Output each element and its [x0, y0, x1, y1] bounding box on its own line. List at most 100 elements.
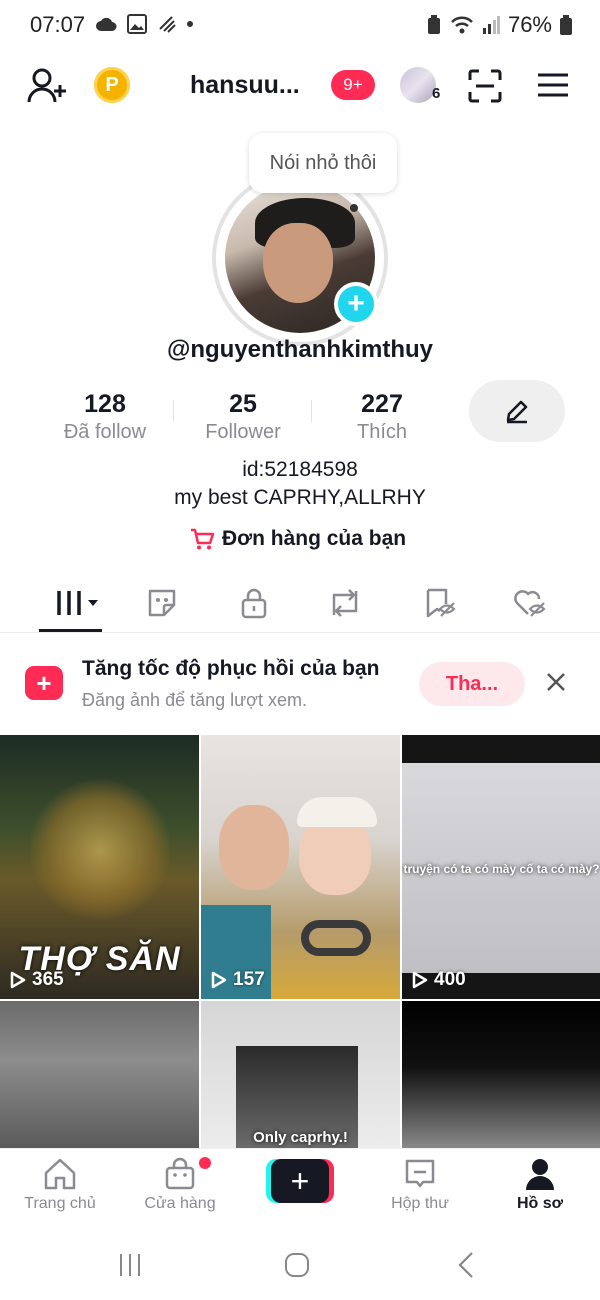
home-system-icon — [285, 1253, 309, 1277]
stat-divider — [173, 400, 174, 422]
status-time: 07:07 — [30, 12, 86, 37]
stat-likes-label: Thích — [356, 421, 408, 443]
video-caption: truyện có ta có mày cố ta có mày? — [403, 862, 600, 876]
view-count: 157 — [233, 969, 265, 990]
create-button[interactable]: + — [266, 1159, 334, 1203]
nav-profile-label: Hồ sơ — [516, 1195, 564, 1212]
profile-username[interactable]: hansuu... — [190, 71, 300, 100]
promo-subtitle: Đăng ảnh để tăng lượt xem. — [82, 690, 307, 710]
status-right: 76% — [426, 12, 572, 38]
play-icon — [211, 971, 227, 989]
scan-button[interactable] — [466, 67, 504, 105]
hamburger-menu-icon — [538, 73, 568, 97]
pencil-icon — [506, 400, 528, 424]
active-tab-indicator — [39, 629, 102, 632]
video-views: 400 — [412, 969, 466, 991]
lock-icon — [241, 588, 267, 619]
nav-home[interactable]: Trang chủ — [0, 1157, 120, 1213]
add-user-icon — [27, 68, 66, 103]
tab-private[interactable] — [232, 583, 276, 623]
note-bubble[interactable]: Nói nhỏ thôi — [249, 133, 397, 193]
back-chevron-icon — [458, 1252, 473, 1278]
video-thumbnail[interactable]: 157 — [201, 735, 400, 999]
video-thumbnail[interactable]: truyện có ta có mày cố ta có mày? 400 — [402, 735, 600, 999]
thumbnail-art — [30, 775, 170, 925]
bottom-navigation: Trang chủ Cửa hàng + Hộp thư Hồ sơ — [0, 1148, 600, 1228]
video-thumbnail[interactable]: THỢ SĂN 365 — [0, 735, 199, 999]
profile-icon — [526, 1159, 554, 1190]
stat-followers-label: Follower — [205, 421, 281, 443]
video-caption: Only caprhy.! — [253, 1129, 348, 1146]
back-button[interactable] — [446, 1248, 486, 1282]
view-count: 400 — [434, 969, 466, 990]
edit-profile-button[interactable] — [469, 380, 565, 442]
cloud-icon — [96, 17, 117, 31]
battery-icon — [560, 15, 572, 35]
note-bubble-dot — [350, 204, 358, 212]
bookmark-hidden-icon — [426, 588, 456, 618]
promo-title: Tăng tốc độ phục hồi của bạn — [82, 657, 380, 680]
gallery-icon — [127, 14, 147, 34]
orders-label: Đơn hàng của bạn — [222, 527, 407, 550]
video-thumbnail[interactable]: Only caprhy.! — [201, 1001, 400, 1149]
tab-stickers[interactable] — [140, 583, 184, 623]
nav-home-label: Trang chủ — [24, 1195, 96, 1212]
stat-divider — [311, 400, 312, 422]
status-dot-icon — [187, 21, 193, 27]
stat-followers[interactable]: 25 Follower — [178, 390, 308, 444]
friend-count: 6 — [432, 85, 441, 102]
close-icon — [547, 673, 565, 691]
stat-following-label: Đã follow — [63, 421, 147, 443]
stat-following-value: 128 — [84, 390, 126, 418]
nav-shop-label: Cửa hàng — [144, 1195, 216, 1212]
profile-bio: my best CAPRHY,ALLRHY — [174, 486, 426, 509]
recent-apps-icon — [120, 1254, 140, 1276]
signal-icon — [482, 16, 500, 34]
stat-following[interactable]: 128 Đã follow — [40, 390, 170, 444]
nav-inbox-label: Hộp thư — [391, 1195, 449, 1212]
play-icon — [412, 971, 428, 989]
friend-avatar[interactable] — [400, 67, 436, 103]
add-avatar-button[interactable]: + — [334, 282, 378, 326]
nav-inbox[interactable]: Hộp thư — [360, 1157, 480, 1213]
cart-icon — [191, 528, 214, 550]
menu-button[interactable] — [535, 69, 571, 101]
profile-id: id:52184598 — [242, 458, 358, 481]
heart-hidden-icon — [514, 590, 546, 617]
home-icon — [44, 1158, 76, 1190]
stat-likes[interactable]: 227 Thích — [317, 390, 447, 444]
thumbnail-headphones — [301, 920, 371, 956]
coins-button[interactable]: P — [94, 67, 130, 103]
system-navigation — [0, 1230, 600, 1300]
video-thumbnail[interactable] — [402, 1001, 600, 1149]
orders-link[interactable]: Đơn hàng của bạn — [190, 527, 406, 551]
avatar-face — [263, 223, 333, 303]
thumbnail-face — [219, 805, 289, 890]
status-bar: 07:07 76% — [0, 0, 600, 50]
nav-profile[interactable]: Hồ sơ — [480, 1157, 600, 1213]
battery-percent: 76% — [507, 12, 552, 37]
recent-apps-button[interactable] — [110, 1248, 150, 1282]
thumbnail-cap — [297, 797, 377, 827]
stat-likes-value: 227 — [361, 390, 403, 418]
promo-banner: + Tăng tốc độ phục hồi của bạn Đăng ảnh … — [0, 640, 600, 730]
add-photo-icon: + — [25, 666, 63, 700]
home-system-button[interactable] — [277, 1248, 317, 1282]
shop-notification-dot — [199, 1157, 211, 1169]
video-thumbnail[interactable] — [0, 1001, 199, 1149]
wifi-icon — [451, 16, 473, 34]
nav-shop[interactable]: Cửa hàng — [120, 1157, 240, 1213]
sticker-icon — [148, 589, 176, 617]
plus-icon: + — [271, 1159, 329, 1203]
scan-icon — [468, 69, 502, 103]
tab-liked[interactable] — [508, 583, 552, 623]
profile-top-bar: P hansuu... 9+ 6 — [0, 55, 600, 115]
promo-action-button[interactable]: Tha... — [419, 662, 525, 706]
tab-videos[interactable] — [50, 583, 104, 623]
notification-badge[interactable]: 9+ — [331, 70, 375, 100]
tab-saved[interactable] — [418, 583, 462, 623]
add-friend-button[interactable] — [26, 65, 68, 107]
promo-close-button[interactable] — [540, 666, 572, 698]
tab-reposts[interactable] — [323, 583, 367, 623]
grid-icon — [57, 591, 98, 615]
